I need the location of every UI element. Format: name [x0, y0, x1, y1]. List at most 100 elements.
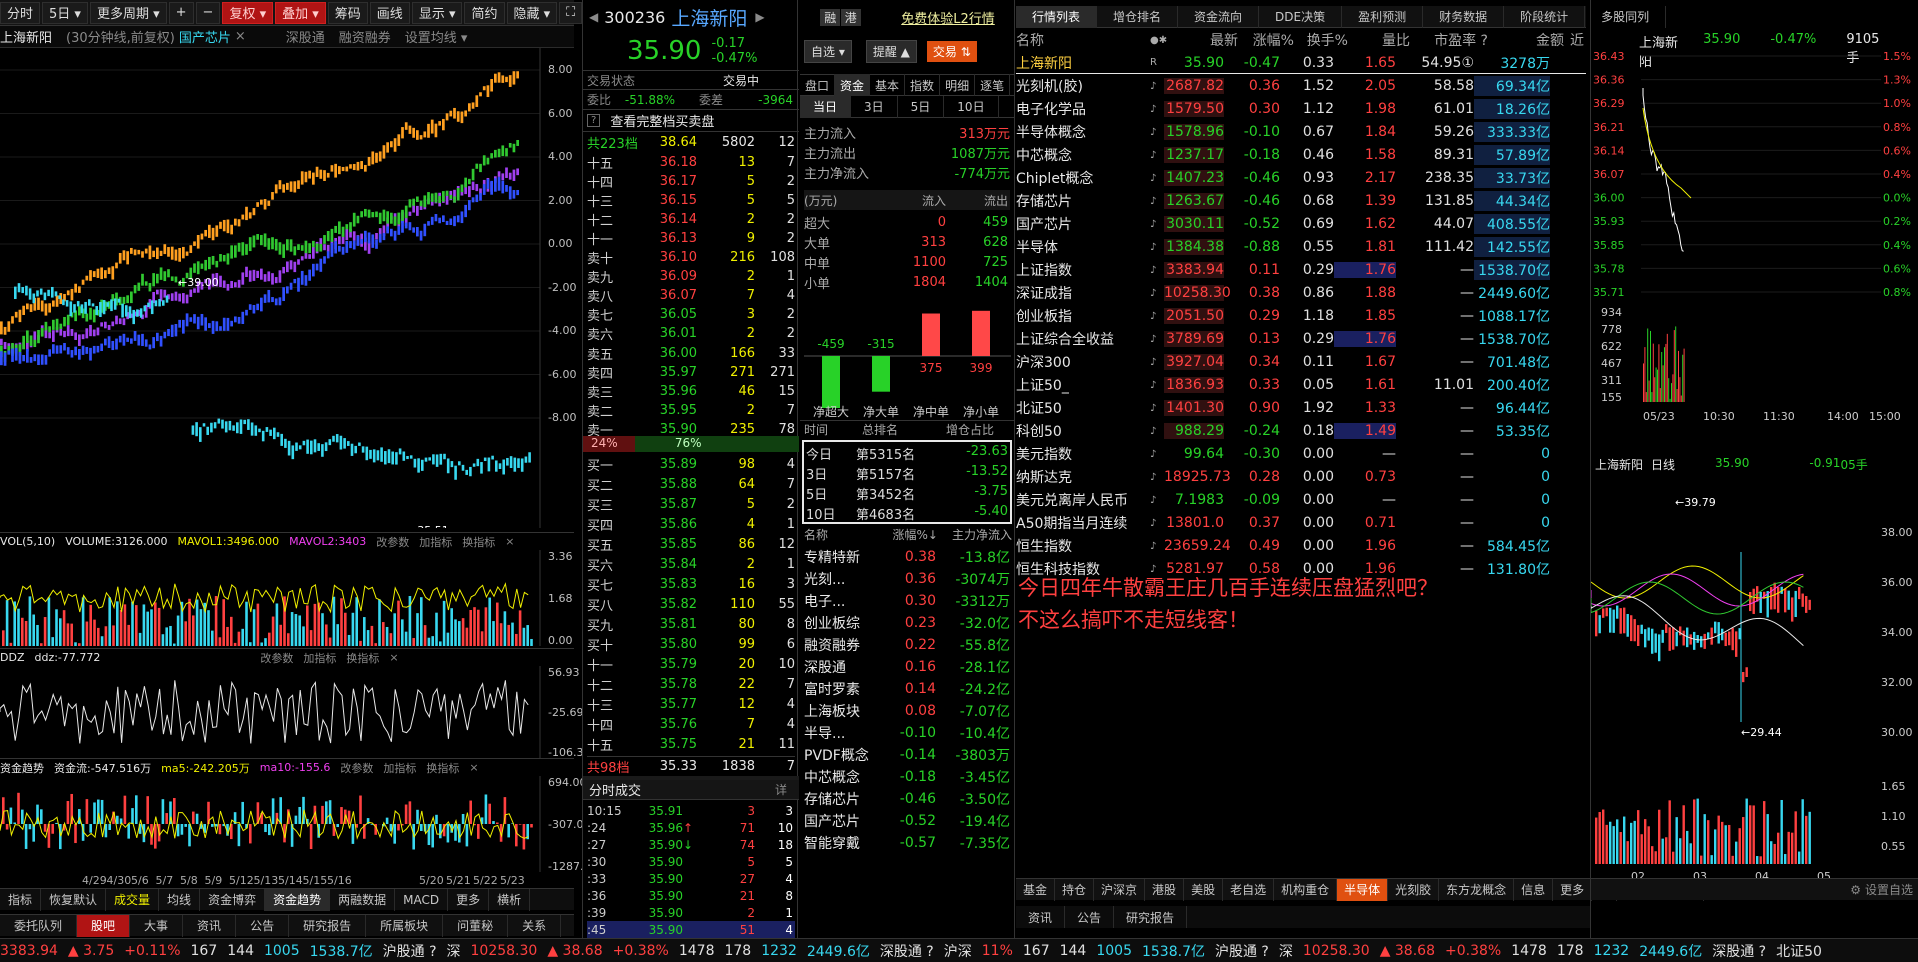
- bell-icon[interactable]: ♪: [1150, 150, 1164, 161]
- group-tab[interactable]: 港股: [1145, 878, 1185, 901]
- order-row[interactable]: 十三 36.15 5 5: [587, 190, 795, 210]
- toolbar-item-6[interactable]: 叠加 ▾: [275, 1, 326, 24]
- info-tab[interactable]: 资讯: [183, 914, 237, 937]
- grid-column-header[interactable]: ●✱: [1150, 35, 1178, 46]
- bell-icon[interactable]: ♪: [1150, 196, 1164, 207]
- order-row[interactable]: 买六 35.84 2 1: [587, 554, 795, 574]
- order-row[interactable]: 卖六 36.01 2 2: [587, 324, 795, 344]
- bell-icon[interactable]: ♪: [1150, 219, 1164, 230]
- hk-button[interactable]: 港: [840, 8, 861, 26]
- indicator-tab[interactable]: 两融数据: [330, 888, 396, 911]
- grid-row[interactable]: Chiplet概念 ♪ 1407.23 -0.46 0.93 2.17 238.35 33.7…: [1016, 167, 1586, 189]
- grid-row[interactable]: 创业板指 ♪ 2051.50 0.29 1.18 1.85—1088.17亿: [1016, 305, 1586, 327]
- period-tab[interactable]: 3日: [851, 95, 898, 118]
- order-row[interactable]: 十四 35.76 7 4: [587, 714, 795, 734]
- link-ma-settings[interactable]: 设置均线 ▾: [405, 27, 468, 46]
- order-row[interactable]: 十五 36.18 13 7: [587, 152, 795, 172]
- full-book-link[interactable]: ? 查看完整档买卖盘: [583, 110, 799, 132]
- news-tab[interactable]: 研究报告: [1114, 906, 1188, 928]
- news-tab[interactable]: 资讯: [1016, 906, 1066, 928]
- intraday-chart[interactable]: 36.43 1.5%36.36 1.3%36.29 1.0%36.21 0.8%36.1…: [1591, 48, 1918, 448]
- overlay-label[interactable]: 国产芯片: [179, 27, 231, 46]
- info-tab[interactable]: 问董秘: [443, 914, 509, 937]
- sector-row[interactable]: 半导... -0.10 -10.4亿: [804, 722, 1010, 744]
- capital-tab[interactable]: 指数: [905, 74, 941, 96]
- capital-tab[interactable]: 盘口: [800, 74, 836, 96]
- ddz-add-ind[interactable]: 加指标: [303, 650, 336, 666]
- bell-icon[interactable]: ♪: [1150, 173, 1164, 184]
- link-sgt[interactable]: 深股通: [286, 27, 325, 46]
- sector-row[interactable]: 专精特新 0.38 -13.8亿: [804, 546, 1010, 568]
- order-row[interactable]: 卖七 36.05 3 2: [587, 305, 795, 325]
- order-row[interactable]: 买四 35.86 4 1: [587, 514, 795, 534]
- order-row[interactable]: 卖十 36.10 216 108: [587, 248, 795, 268]
- grid-row[interactable]: 光刻机(胶) ♪ 2687.82 0.36 1.52 2.05 58.58 69.34亿: [1016, 75, 1586, 97]
- sector-row[interactable]: 国产芯片 -0.52 -19.4亿: [804, 810, 1010, 832]
- sector-row[interactable]: 光刻... 0.36 -3074万: [804, 568, 1010, 590]
- sector-row[interactable]: 中芯概念 -0.18 -3.45亿: [804, 766, 1010, 788]
- toolbar-item-8[interactable]: 画线: [369, 1, 410, 24]
- next-stock-icon[interactable]: ▶: [755, 10, 764, 24]
- sector-row[interactable]: 深股通 0.16 -28.1亿: [804, 656, 1010, 678]
- bell-icon[interactable]: ♪: [1150, 334, 1164, 345]
- indicator-tab[interactable]: 成交量: [106, 888, 160, 911]
- gear-icon[interactable]: ⚙: [1850, 883, 1861, 897]
- bell-icon[interactable]: ♪: [1150, 288, 1164, 299]
- grid-row[interactable]: 纳斯达克 ♪ 18925.73 0.28 0.00 0.73—0: [1016, 466, 1586, 488]
- capital-tab[interactable]: 基本: [870, 74, 906, 96]
- grid-row[interactable]: 中芯概念 ♪ 1237.17 -0.18 0.46 1.58 89.31 57.89亿: [1016, 144, 1586, 166]
- grid-column-header[interactable]: 市盈率 ?: [1410, 30, 1488, 50]
- grid-row[interactable]: 电子化学品 ♪ 1579.50 0.30 1.12 1.98 61.01 18.26亿: [1016, 98, 1586, 120]
- ddz-swap-ind[interactable]: 换指标: [346, 650, 379, 666]
- trades-detail-button[interactable]: 详: [775, 781, 787, 798]
- order-row[interactable]: 十一 35.79 20 10: [587, 654, 795, 674]
- toolbar-item-7[interactable]: 筹码: [327, 1, 368, 24]
- group-tab[interactable]: 半导体: [1337, 878, 1389, 901]
- grid-column-header[interactable]: 名称: [1016, 30, 1150, 50]
- grid-row[interactable]: 沪深300 ♪ 3927.04 0.34 0.11 1.67—701.48亿: [1016, 351, 1586, 373]
- toolbar-item-9[interactable]: 显示 ▾: [411, 1, 463, 24]
- link-rzrq[interactable]: 融资融券: [339, 27, 391, 46]
- grid-row[interactable]: A50期指当月连续 ♪ 13801.0 0.37 0.00 0.71—0: [1016, 512, 1586, 534]
- grid-tab[interactable]: 增仓排名: [1097, 5, 1179, 28]
- group-tab[interactable]: 老自选: [1223, 878, 1275, 901]
- bell-icon[interactable]: ♪: [1150, 81, 1164, 92]
- group-tab[interactable]: 更多: [1553, 878, 1593, 901]
- toolbar-item-11[interactable]: 隐藏 ▾: [506, 1, 558, 24]
- period-tab[interactable]: 10日: [944, 95, 999, 118]
- sector-row[interactable]: 智能穿戴 -0.57 -7.35亿: [804, 832, 1010, 854]
- grid-row[interactable]: 科创50 ♪ 988.29 -0.24 0.18 1.49—53.35亿: [1016, 420, 1586, 442]
- toolbar-item-1[interactable]: 5日 ▾: [42, 1, 88, 24]
- bell-icon[interactable]: ♪: [1150, 518, 1164, 529]
- grid-column-header[interactable]: 近: [1564, 30, 1584, 50]
- bell-icon[interactable]: ♪: [1150, 449, 1164, 460]
- group-tab[interactable]: 机构重仓: [1274, 878, 1338, 901]
- info-tab[interactable]: 关系: [508, 914, 562, 937]
- capital-tab[interactable]: 资金: [835, 74, 871, 96]
- bell-icon[interactable]: ♪: [1150, 541, 1164, 552]
- grid-column-header[interactable]: 换手%: [1294, 30, 1348, 50]
- grid-row[interactable]: 恒生指数 ♪ 23659.24 0.49 0.00 1.96—584.45亿: [1016, 535, 1586, 557]
- order-row[interactable]: 买七 35.83 16 3: [587, 574, 795, 594]
- order-row[interactable]: 卖五 36.00 166 33: [587, 343, 795, 363]
- info-tab[interactable]: 委托队列: [0, 914, 78, 937]
- order-row[interactable]: 卖二 35.95 2 7: [587, 400, 795, 420]
- order-row[interactable]: 买九 35.81 80 8: [587, 614, 795, 634]
- period-tab[interactable]: 当日: [800, 95, 852, 118]
- group-tab[interactable]: 信息: [1514, 878, 1554, 901]
- bell-icon[interactable]: ♪: [1150, 242, 1164, 253]
- order-row[interactable]: 十三 35.77 12 4: [587, 694, 795, 714]
- toolbar-item-2[interactable]: 更多周期 ▾: [89, 1, 167, 24]
- grid-row[interactable]: 北证50 ♪ 1401.30 0.90 1.92 1.33—96.44亿: [1016, 397, 1586, 419]
- order-row[interactable]: 卖四 35.97 271 271: [587, 362, 795, 382]
- sector-row[interactable]: 电子... 0.30 -3312万: [804, 590, 1010, 612]
- sector-row[interactable]: PVDF概念 -0.14 -3803万: [804, 744, 1010, 766]
- grid-row[interactable]: 美元指数 ♪ 99.64 -0.30 0.00— —0: [1016, 443, 1586, 465]
- grid-row[interactable]: 存储芯片 ♪ 1263.67 -0.46 0.68 1.39 131.85 44.34亿: [1016, 190, 1586, 212]
- grid-row[interactable]: 美元兑离岸人民币 ♪ 7.1983 -0.09 0.00— —0: [1016, 489, 1586, 511]
- sector-row[interactable]: 存储芯片 -0.46 -3.50亿: [804, 788, 1010, 810]
- grid-column-header[interactable]: 涨幅%: [1238, 30, 1294, 50]
- margin-button[interactable]: 融: [820, 8, 841, 26]
- alert-button[interactable]: 提醒 ▲: [865, 39, 917, 63]
- zjqs-add-ind[interactable]: 加指标: [383, 760, 416, 776]
